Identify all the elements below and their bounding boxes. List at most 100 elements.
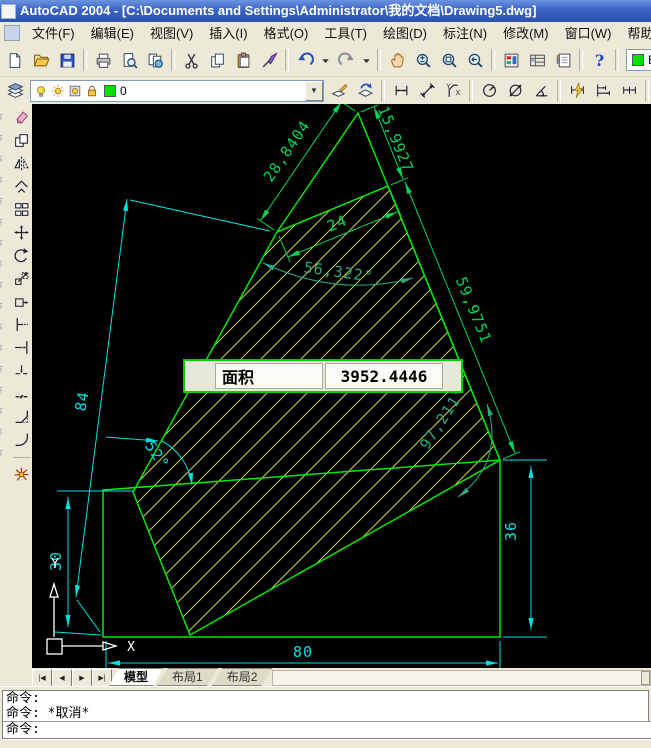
tab-scrollbar-grip[interactable]	[641, 671, 650, 685]
undo-dropdown-button[interactable]	[318, 47, 333, 73]
tab-nav-previous-button[interactable]: ◀	[52, 669, 72, 687]
copy-button[interactable]	[204, 47, 230, 73]
draw-region-button[interactable]	[0, 421, 10, 442]
draw-ellipse-arc-button[interactable]	[0, 316, 10, 337]
draw-circle-button[interactable]	[0, 232, 10, 253]
offset-button[interactable]	[10, 175, 33, 198]
draw-construction-line-button[interactable]	[0, 127, 10, 148]
array-button[interactable]	[10, 198, 33, 221]
insert-block-icon	[0, 340, 8, 356]
draw-revision-cloud-button[interactable]	[0, 253, 10, 274]
draw-make-block-button[interactable]	[0, 358, 10, 379]
bulb-icon[interactable]	[34, 84, 48, 98]
zoom-realtime-button[interactable]	[410, 47, 436, 73]
menu-tools[interactable]: 工具(T)	[316, 23, 375, 44]
dim-linear-button[interactable]	[388, 77, 414, 104]
open-file-button[interactable]	[28, 47, 54, 73]
menu-window[interactable]: 窗口(W)	[557, 23, 620, 44]
title-bar[interactable]: AutoCAD 2004 - [C:\Documents and Setting…	[0, 0, 651, 22]
tool-palettes-button[interactable]	[550, 47, 576, 73]
menu-edit[interactable]: 编辑(E)	[83, 23, 142, 44]
dim-aligned-button[interactable]	[414, 77, 440, 104]
layer-dropdown-button[interactable]: ▼	[305, 80, 323, 101]
tab-nav-last-button[interactable]: ▶|	[92, 669, 112, 687]
extend-button[interactable]	[10, 336, 33, 359]
quick-dimension-button[interactable]	[564, 77, 590, 104]
new-file-button[interactable]	[2, 47, 28, 73]
rotate-button[interactable]	[10, 244, 33, 267]
match-properties-button[interactable]	[256, 47, 282, 73]
menu-file[interactable]: 文件(F)	[24, 23, 83, 44]
stretch-button[interactable]	[10, 290, 33, 313]
draw-multiline-text-button[interactable]	[0, 442, 10, 463]
dim-continue-button[interactable]	[616, 77, 642, 104]
draw-hatch-button[interactable]	[0, 400, 10, 421]
print-preview-button[interactable]	[116, 47, 142, 73]
zoom-previous-button[interactable]	[462, 47, 488, 73]
paste-button[interactable]	[230, 47, 256, 73]
draw-point-button[interactable]	[0, 379, 10, 400]
designcenter-button[interactable]	[524, 47, 550, 73]
save-button[interactable]	[54, 47, 80, 73]
layer-translate-button[interactable]	[326, 77, 352, 104]
command-history[interactable]: 命令: 命令: *取消*	[2, 690, 649, 722]
chamfer-button[interactable]	[10, 405, 33, 428]
menu-modify[interactable]: 修改(M)	[495, 23, 557, 44]
layer-control[interactable]: 0 ▼	[30, 79, 324, 102]
tab-layout2[interactable]: 布局2	[211, 668, 273, 686]
copy-object-button[interactable]	[10, 129, 33, 152]
properties-button[interactable]	[498, 47, 524, 73]
command-prompt[interactable]: 命令:	[2, 721, 651, 739]
dim-angular-button[interactable]	[528, 77, 554, 104]
print-button[interactable]	[90, 47, 116, 73]
sun-icon[interactable]	[51, 84, 65, 98]
mirror-icon	[13, 155, 30, 172]
draw-arc-button[interactable]	[0, 211, 10, 232]
zoom-window-button[interactable]	[436, 47, 462, 73]
draw-polyline-button[interactable]	[0, 148, 10, 169]
dim-36-label: 36	[502, 521, 520, 541]
explode-button[interactable]	[10, 463, 33, 486]
mirror-button[interactable]	[10, 152, 33, 175]
lock-icon[interactable]	[85, 84, 99, 98]
break-button[interactable]	[10, 382, 33, 405]
layer-properties-manager-button[interactable]	[2, 77, 28, 104]
dim-diameter-button[interactable]	[502, 77, 528, 104]
break-at-point-button[interactable]	[10, 359, 33, 382]
draw-rectangle-button[interactable]	[0, 190, 10, 211]
menu-help[interactable]: 帮助(H)	[620, 23, 651, 44]
trim-button[interactable]	[10, 313, 33, 336]
menu-insert[interactable]: 插入(I)	[201, 23, 255, 44]
menu-view[interactable]: 视图(V)	[142, 23, 201, 44]
tab-model[interactable]: 模型	[109, 668, 164, 686]
dim-ordinate-button[interactable]	[440, 77, 466, 104]
draw-ellipse-button[interactable]	[0, 295, 10, 316]
draw-insert-block-button[interactable]	[0, 337, 10, 358]
draw-polygon-button[interactable]	[0, 169, 10, 190]
cut-button[interactable]	[178, 47, 204, 73]
scale-button[interactable]	[10, 267, 33, 290]
draw-line-button[interactable]	[0, 106, 10, 127]
dim-radius-button[interactable]	[476, 77, 502, 104]
dim-baseline-button[interactable]	[590, 77, 616, 104]
tab-layout1[interactable]: 布局1	[157, 668, 218, 686]
tab-nav-first-button[interactable]: |◀	[32, 669, 52, 687]
undo-button[interactable]	[292, 47, 318, 73]
menu-format[interactable]: 格式(O)	[256, 23, 317, 44]
color-control[interactable]: ByLayer	[626, 49, 651, 71]
layer-previous-button[interactable]	[352, 77, 378, 104]
draw-spline-button[interactable]	[0, 274, 10, 295]
help-button[interactable]	[586, 47, 612, 73]
erase-button[interactable]	[10, 106, 33, 129]
tab-nav-next-button[interactable]: ▶	[72, 669, 92, 687]
menu-dimension[interactable]: 标注(N)	[435, 23, 495, 44]
redo-dropdown-button[interactable]	[359, 47, 374, 73]
tab-scrollbar[interactable]	[272, 670, 651, 686]
menu-draw[interactable]: 绘图(D)	[375, 23, 435, 44]
publish-button[interactable]	[142, 47, 168, 73]
fillet-button[interactable]	[10, 428, 33, 451]
move-button[interactable]	[10, 221, 33, 244]
redo-button[interactable]	[333, 47, 359, 73]
viewport-freeze-icon[interactable]	[68, 84, 82, 98]
pan-realtime-button[interactable]	[384, 47, 410, 73]
